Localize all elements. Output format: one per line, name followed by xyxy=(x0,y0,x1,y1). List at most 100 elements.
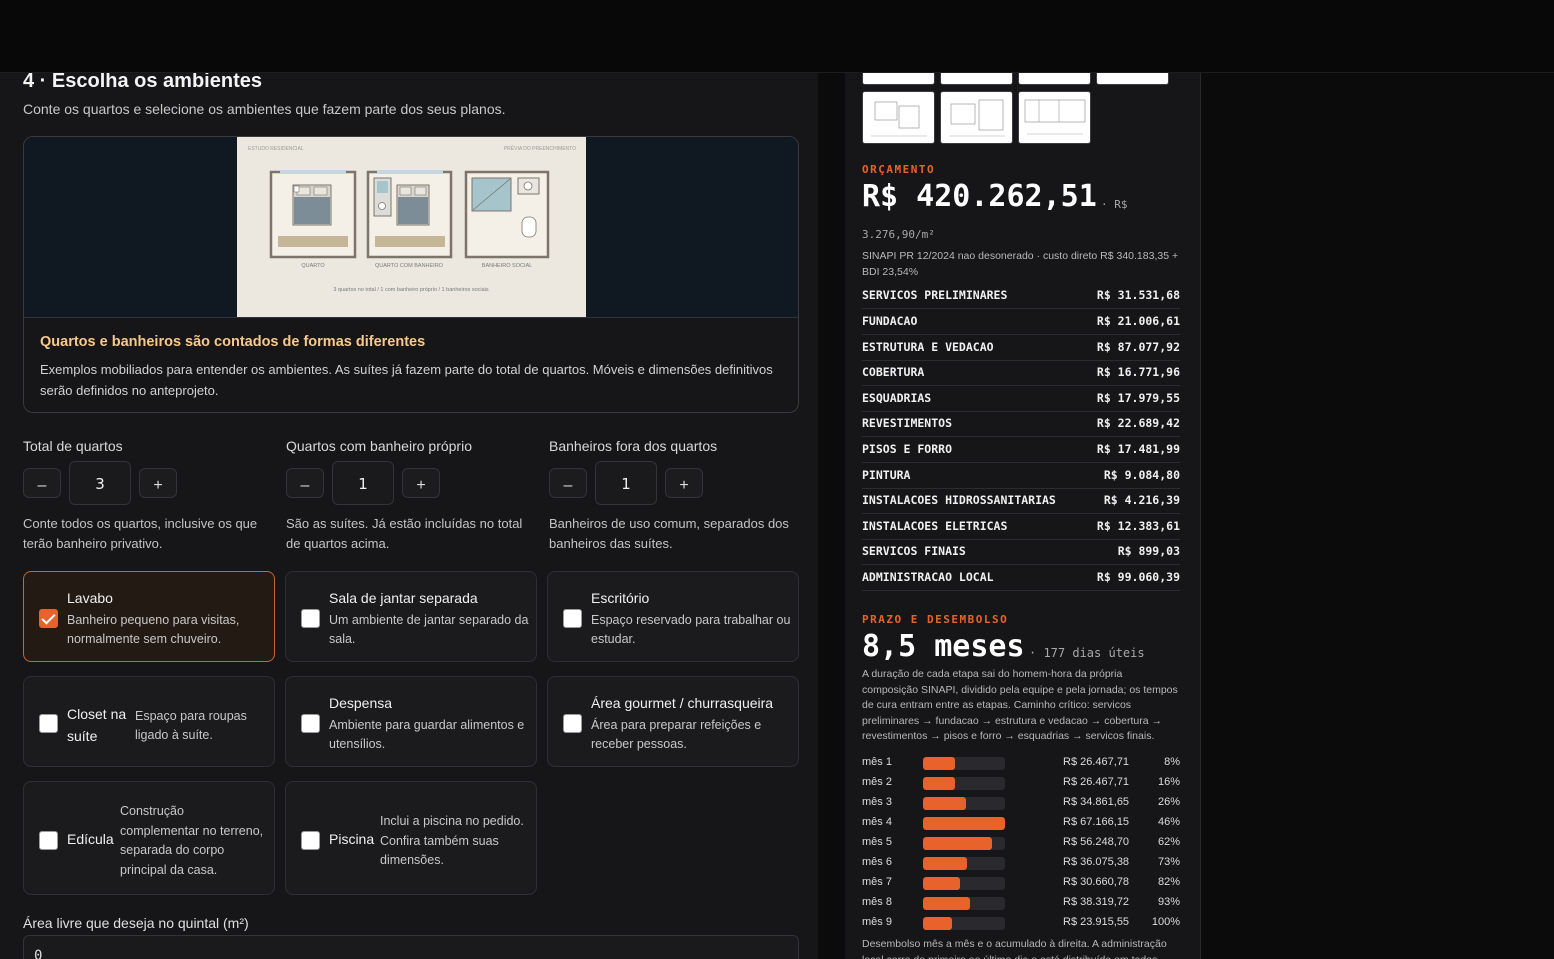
month-cumulative: 82% xyxy=(1157,876,1180,888)
lavabo-checkbox[interactable] xyxy=(39,609,58,628)
piscina-checkbox[interactable] xyxy=(301,831,320,850)
month-bar-track xyxy=(923,917,1005,930)
decrement-button[interactable]: – xyxy=(286,468,324,498)
plan-thumbnail[interactable] xyxy=(940,73,1013,85)
form-panel: 4 · Escolha os ambientes Conte os quarto… xyxy=(0,73,818,959)
month-bar xyxy=(923,857,968,870)
plan-thumbnail[interactable] xyxy=(1018,91,1091,144)
month-value: R$ 36.075,38 xyxy=(1063,856,1130,868)
option-desc: Um ambiente de jantar separado da sala. xyxy=(329,613,529,646)
option-piscina[interactable]: Piscina Inclui a piscina no pedido. Conf… xyxy=(285,781,537,895)
option-lavabo[interactable]: Lavabo Banheiro pequeno para visitas, no… xyxy=(23,571,275,662)
floorplan-illustration: ESTUDO RESIDENCIAL PRÉVIA DO PREENCHIMEN… xyxy=(237,137,586,317)
summary-panel: ORÇAMENTO R$ 420.262,51 · R$ 3.276,90/m²… xyxy=(845,73,1201,959)
option-title: Piscina xyxy=(329,831,375,847)
escritorio-checkbox[interactable] xyxy=(563,609,582,628)
svg-text:PRÉVIA DO PREENCHIMENTO: PRÉVIA DO PREENCHIMENTO xyxy=(504,145,576,152)
bedrooms-value[interactable]: 3 xyxy=(69,461,131,505)
option-title: Área gourmet / churrasqueira xyxy=(591,695,774,711)
pane-divider xyxy=(818,73,820,959)
budget-row: ESQUADRIAS R$ 17.979,55 xyxy=(862,386,1180,412)
month-cumulative: 26% xyxy=(1157,796,1180,808)
option-area-gourmet[interactable]: Área gourmet / churrasqueira Área para p… xyxy=(547,676,799,767)
month-label: mês 7 xyxy=(862,876,892,888)
increment-button[interactable]: + xyxy=(139,468,177,498)
month-label: mês 4 xyxy=(862,816,892,828)
sala-jantar-checkbox[interactable] xyxy=(301,609,320,628)
shared-bathrooms-counter: Banheiros fora dos quartos – 1 + Banheir… xyxy=(549,438,799,551)
option-edicula[interactable]: Edícula Construção complementar no terre… xyxy=(23,781,275,895)
month-bar xyxy=(923,917,953,930)
budget-total: R$ 420.262,51 xyxy=(862,179,1097,214)
option-title: Despensa xyxy=(329,695,393,711)
option-desc: Espaço reservado para trabalhar ou estud… xyxy=(591,613,791,646)
month-bar-track xyxy=(923,857,1005,870)
option-title: Lavabo xyxy=(67,590,113,606)
option-desc: Ambiente para guardar alimentos e utensí… xyxy=(329,718,525,751)
counter-hint: Banheiros de uso comum, separados dos ba… xyxy=(549,516,789,551)
schedule-days: · 177 dias úteis xyxy=(1029,646,1145,660)
option-desc: Construção complementar no terreno, sepa… xyxy=(120,804,264,877)
plan-thumbnail[interactable] xyxy=(1018,73,1091,85)
plan-thumbnail[interactable] xyxy=(862,73,935,85)
section-title: 4 · Escolha os ambientes xyxy=(23,73,262,92)
increment-button[interactable]: + xyxy=(665,468,703,498)
plan-thumbnail[interactable] xyxy=(940,91,1013,144)
budget-note: SINAPI PR 12/2024 nao desonerado · custo… xyxy=(862,250,1179,278)
option-despensa[interactable]: Despensa Ambiente para guardar alimentos… xyxy=(285,676,537,767)
svg-text:BANHEIRO SOCIAL: BANHEIRO SOCIAL xyxy=(482,263,532,269)
info-card-text: Exemplos mobiliados para entender os amb… xyxy=(40,362,773,398)
yard-area-label: Área livre que deseja no quintal (m²) xyxy=(23,915,249,931)
option-sala-jantar[interactable]: Sala de jantar separada Um ambiente de j… xyxy=(285,571,537,662)
disbursement-row: mês 8 R$ 38.319,72 93% xyxy=(862,892,1180,912)
suites-value[interactable]: 1 xyxy=(332,461,394,505)
decrement-button[interactable]: – xyxy=(23,468,61,498)
section-subtitle: Conte os quartos e selecione os ambiente… xyxy=(23,101,506,117)
counter-hint: São as suítes. Já estão incluídas no tot… xyxy=(286,516,523,551)
month-label: mês 1 xyxy=(862,756,892,768)
month-label: mês 6 xyxy=(862,856,892,868)
decrement-button[interactable]: – xyxy=(549,468,587,498)
plan-thumbnail[interactable] xyxy=(1096,73,1169,85)
schedule-duration: 8,5 meses xyxy=(862,629,1025,664)
month-cumulative: 100% xyxy=(1151,916,1180,928)
option-desc: Inclui a piscina no pedido. Confira tamb… xyxy=(380,814,524,867)
month-value: R$ 23.915,55 xyxy=(1063,916,1130,928)
info-card-title: Quartos e banheiros são contados de form… xyxy=(40,334,426,350)
despensa-checkbox[interactable] xyxy=(301,714,320,733)
option-escritorio[interactable]: Escritório Espaço reservado para trabalh… xyxy=(547,571,799,662)
month-bar-track xyxy=(923,797,1005,810)
yard-area-input[interactable]: 0 xyxy=(23,935,799,959)
area-gourmet-checkbox[interactable] xyxy=(563,714,582,733)
option-closet[interactable]: Closet na suíte Espaço para roupas ligad… xyxy=(23,676,275,767)
svg-text:QUARTO: QUARTO xyxy=(301,263,325,269)
disbursement-row: mês 2 R$ 26.467,71 16% xyxy=(862,772,1180,792)
option-title: Sala de jantar separada xyxy=(329,590,478,606)
bathrooms-value[interactable]: 1 xyxy=(595,461,657,505)
month-bar xyxy=(923,837,992,850)
month-label: mês 3 xyxy=(862,796,892,808)
svg-text:3 quartos no total / 1 com ban: 3 quartos no total / 1 com banheiro próp… xyxy=(333,287,489,293)
svg-text:ESTUDO RESIDENCIAL: ESTUDO RESIDENCIAL xyxy=(248,146,304,152)
svg-text:QUARTO COM BANHEIRO: QUARTO COM BANHEIRO xyxy=(375,263,444,269)
budget-row: INSTALACOES HIDROSSANITARIAS R$ 4.216,39 xyxy=(862,488,1180,514)
disbursement-row: mês 3 R$ 34.861,65 26% xyxy=(862,792,1180,812)
increment-button[interactable]: + xyxy=(402,468,440,498)
plan-thumbnail[interactable] xyxy=(862,91,935,144)
budget-row: PINTURA R$ 9.084,80 xyxy=(862,463,1180,489)
month-bar xyxy=(923,817,1005,830)
budget-row: INSTALACOES ELETRICAS R$ 12.383,61 xyxy=(862,514,1180,540)
schedule-note: A duração de cada etapa sai do homem-hor… xyxy=(862,668,1178,742)
budget-row: SERVICOS PRELIMINARES R$ 31.531,68 xyxy=(862,283,1180,309)
month-bar-track xyxy=(923,777,1005,790)
option-title: Closet na suíte xyxy=(67,706,127,744)
month-value: R$ 56.248,70 xyxy=(1063,836,1130,848)
closet-checkbox[interactable] xyxy=(39,714,58,733)
budget-row: COBERTURA R$ 16.771,96 xyxy=(862,360,1180,386)
month-bar-track xyxy=(923,757,1005,770)
edicula-checkbox[interactable] xyxy=(39,831,58,850)
month-cumulative: 93% xyxy=(1157,896,1180,908)
counter-label: Quartos com banheiro próprio xyxy=(286,438,472,454)
total-bedrooms-counter: Total de quartos – 3 + Conte todos os qu… xyxy=(23,438,273,551)
option-title: Escritório xyxy=(591,590,650,606)
